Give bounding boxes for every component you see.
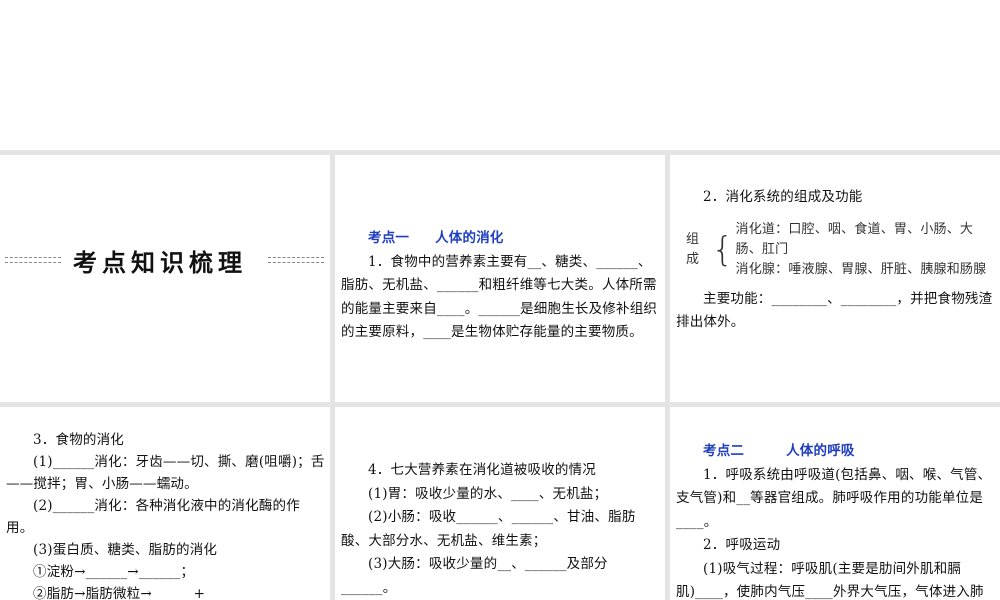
brace-icon: {: [711, 229, 734, 270]
slide-food-digestion[interactable]: 3．食物的消化 (1)______消化：牙齿——切、撕、磨(咀嚼)；舌——搅拌；…: [0, 407, 330, 600]
composition-label: 组成: [686, 231, 700, 267]
slide-digestive-system[interactable]: 2．消化系统的组成及功能 组成 { 消化道：口腔、咽、食道、胃、小肠、大肠、肛门…: [670, 155, 1000, 402]
slide-respiration[interactable]: 考点二 人体的呼吸 1．呼吸系统由呼吸道(包括鼻、咽、喉、气管、支气管)和__等器…: [670, 407, 1000, 600]
line: ①淀粉→______→______；: [33, 564, 195, 580]
section-title: 人体的消化: [435, 230, 504, 246]
line: (2)______消化：各种消化液中的消化酶的作用。: [6, 498, 300, 536]
line: (1)吸气过程：呼吸肌(主要是肋间外肌和膈肌)____，使肺内气压____外界大…: [676, 560, 984, 600]
slide-text: 2．消化系统的组成及功能 组成 { 消化道：口腔、咽、食道、胃、小肠、大肠、肛门…: [676, 186, 996, 335]
section-number: 考点二: [703, 443, 745, 459]
slide-digestion-nutrients[interactable]: 考点一 人体的消化 1．食物中的营养素主要有__、糖类、______、脂肪、无机盐…: [335, 155, 665, 402]
slide-text: 考点一 人体的消化 1．食物中的营养素主要有__、糖类、______、脂肪、无机盐…: [341, 227, 661, 345]
section-number: 考点一: [368, 230, 410, 246]
line: (3)蛋白质、糖类、脂肪的消化: [33, 542, 218, 558]
heading: 4．七大营养素在消化道被吸收的情况: [368, 462, 596, 478]
dashed-line-left: [5, 257, 61, 263]
top-blank-area: [0, 0, 1000, 150]
dashed-line-right: [268, 257, 324, 263]
slide-title-text: 考点知识梳理: [73, 249, 247, 277]
slide-text: 4．七大营养素在消化道被吸收的情况 (1)胃：吸收少量的水、____、无机盐； …: [341, 459, 661, 600]
slide-text: 3．食物的消化 (1)______消化：牙齿——切、撕、磨(咀嚼)；舌——搅拌；…: [6, 429, 326, 600]
line: (1)______消化：牙齿——切、撕、磨(咀嚼)；舌——搅拌；胃、小肠——蠕动…: [6, 454, 325, 492]
line: 2．呼吸运动: [703, 537, 781, 553]
heading: 2．消化系统的组成及功能: [703, 189, 863, 205]
line: (3)大肠：吸收少量的__、______及部分______。: [341, 556, 608, 596]
digestive-tract: 消化道：口腔、咽、食道、胃、小肠、大肠、肛门: [735, 221, 974, 257]
line: 1．呼吸系统由呼吸道(包括鼻、咽、喉、气管、支气管)和__等器官组成。肺呼吸作用…: [676, 466, 992, 530]
heading: 3．食物的消化: [33, 432, 124, 448]
slide-text: 考点二 人体的呼吸 1．呼吸系统由呼吸道(包括鼻、咽、喉、气管、支气管)和__等器…: [676, 440, 996, 600]
title-banner: 考点知识梳理: [0, 243, 330, 277]
paragraph: 1．食物中的营养素主要有__、糖类、______、脂肪、无机盐、______和粗…: [341, 253, 658, 341]
digestive-glands: 消化腺：唾液腺、胃腺、肝脏、胰腺和肠腺: [735, 261, 987, 277]
line: (2)小肠：吸收______、______、甘油、脂肪酸、大部分水、无机盐、维生…: [341, 509, 636, 549]
composition-block: 组成 { 消化道：口腔、咽、食道、胃、小肠、大肠、肛门 消化腺：唾液腺、胃腺、肝…: [686, 220, 996, 280]
slide-title[interactable]: 考点知识梳理: [0, 155, 330, 402]
slide-absorption[interactable]: 4．七大营养素在消化道被吸收的情况 (1)胃：吸收少量的水、____、无机盐； …: [335, 407, 665, 600]
line: (1)胃：吸收少量的水、____、无机盐；: [368, 485, 608, 502]
function-text: 主要功能：________、________，并把食物残渣排出体外。: [676, 290, 993, 331]
line: ②脂肪→脂肪微粒→______+: [33, 586, 206, 600]
section-title: 人体的呼吸: [786, 443, 855, 459]
